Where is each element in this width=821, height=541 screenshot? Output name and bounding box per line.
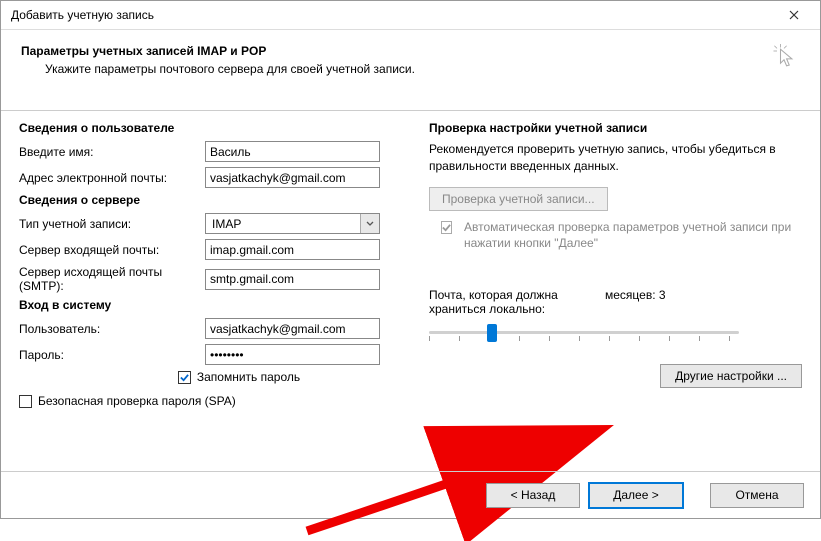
remember-password-label: Запомнить пароль [197, 370, 300, 384]
test-account-button[interactable]: Проверка учетной записи... [429, 187, 608, 211]
login-section-heading: Вход в систему [19, 298, 399, 312]
incoming-server-input[interactable] [205, 239, 380, 260]
titlebar: Добавить учетную запись [1, 1, 820, 30]
close-button[interactable] [774, 3, 814, 27]
test-section-desc: Рекомендуется проверить учетную запись, … [429, 141, 802, 175]
header-desc: Укажите параметры почтового сервера для … [21, 62, 800, 76]
footer: < Назад Далее > Отмена [1, 471, 820, 518]
window-title: Добавить учетную запись [11, 8, 154, 22]
chevron-down-icon [360, 214, 379, 233]
email-label: Адрес электронной почты: [19, 171, 205, 185]
next-button[interactable]: Далее > [588, 482, 684, 509]
auto-check-checkbox[interactable] [441, 221, 452, 234]
outgoing-server-input[interactable] [205, 269, 380, 290]
spa-label: Безопасная проверка пароля (SPA) [38, 394, 236, 408]
username-label: Пользователь: [19, 322, 205, 336]
remember-password-checkbox[interactable] [178, 371, 191, 384]
server-section-heading: Сведения о сервере [19, 193, 399, 207]
add-account-dialog: Добавить учетную запись Параметры учетны… [0, 0, 821, 519]
test-section-heading: Проверка настройки учетной записи [429, 121, 802, 135]
back-button[interactable]: < Назад [486, 483, 580, 508]
left-column: Сведения о пользователе Введите имя: Адр… [19, 117, 399, 412]
header-title: Параметры учетных записей IMAP и POP [21, 44, 800, 58]
incoming-label: Сервер входящей почты: [19, 243, 205, 257]
slider-thumb[interactable] [487, 324, 497, 342]
user-section-heading: Сведения о пользователе [19, 121, 399, 135]
spa-checkbox[interactable] [19, 395, 32, 408]
mail-retention-slider[interactable] [429, 322, 739, 350]
name-label: Введите имя: [19, 145, 205, 159]
account-type-select[interactable]: IMAP [205, 213, 380, 234]
outgoing-label: Сервер исходящей почты (SMTP): [19, 265, 205, 293]
auto-check-label: Автоматическая проверка параметров учетн… [464, 219, 802, 253]
username-input[interactable] [205, 318, 380, 339]
account-type-value: IMAP [206, 214, 360, 233]
account-type-label: Тип учетной записи: [19, 217, 205, 231]
more-settings-button[interactable]: Другие настройки ... [660, 364, 802, 388]
cursor-icon [770, 44, 798, 72]
password-input[interactable] [205, 344, 380, 365]
slider-label-right: месяцев: 3 [605, 288, 666, 316]
email-input[interactable] [205, 167, 380, 188]
body: Сведения о пользователе Введите имя: Адр… [1, 111, 820, 470]
name-input[interactable] [205, 141, 380, 162]
cancel-button[interactable]: Отмена [710, 483, 804, 508]
header: Параметры учетных записей IMAP и POP Ука… [1, 30, 820, 111]
slider-label-left: Почта, которая должна храниться локально… [429, 288, 589, 316]
close-icon [789, 10, 799, 20]
password-label: Пароль: [19, 348, 205, 362]
